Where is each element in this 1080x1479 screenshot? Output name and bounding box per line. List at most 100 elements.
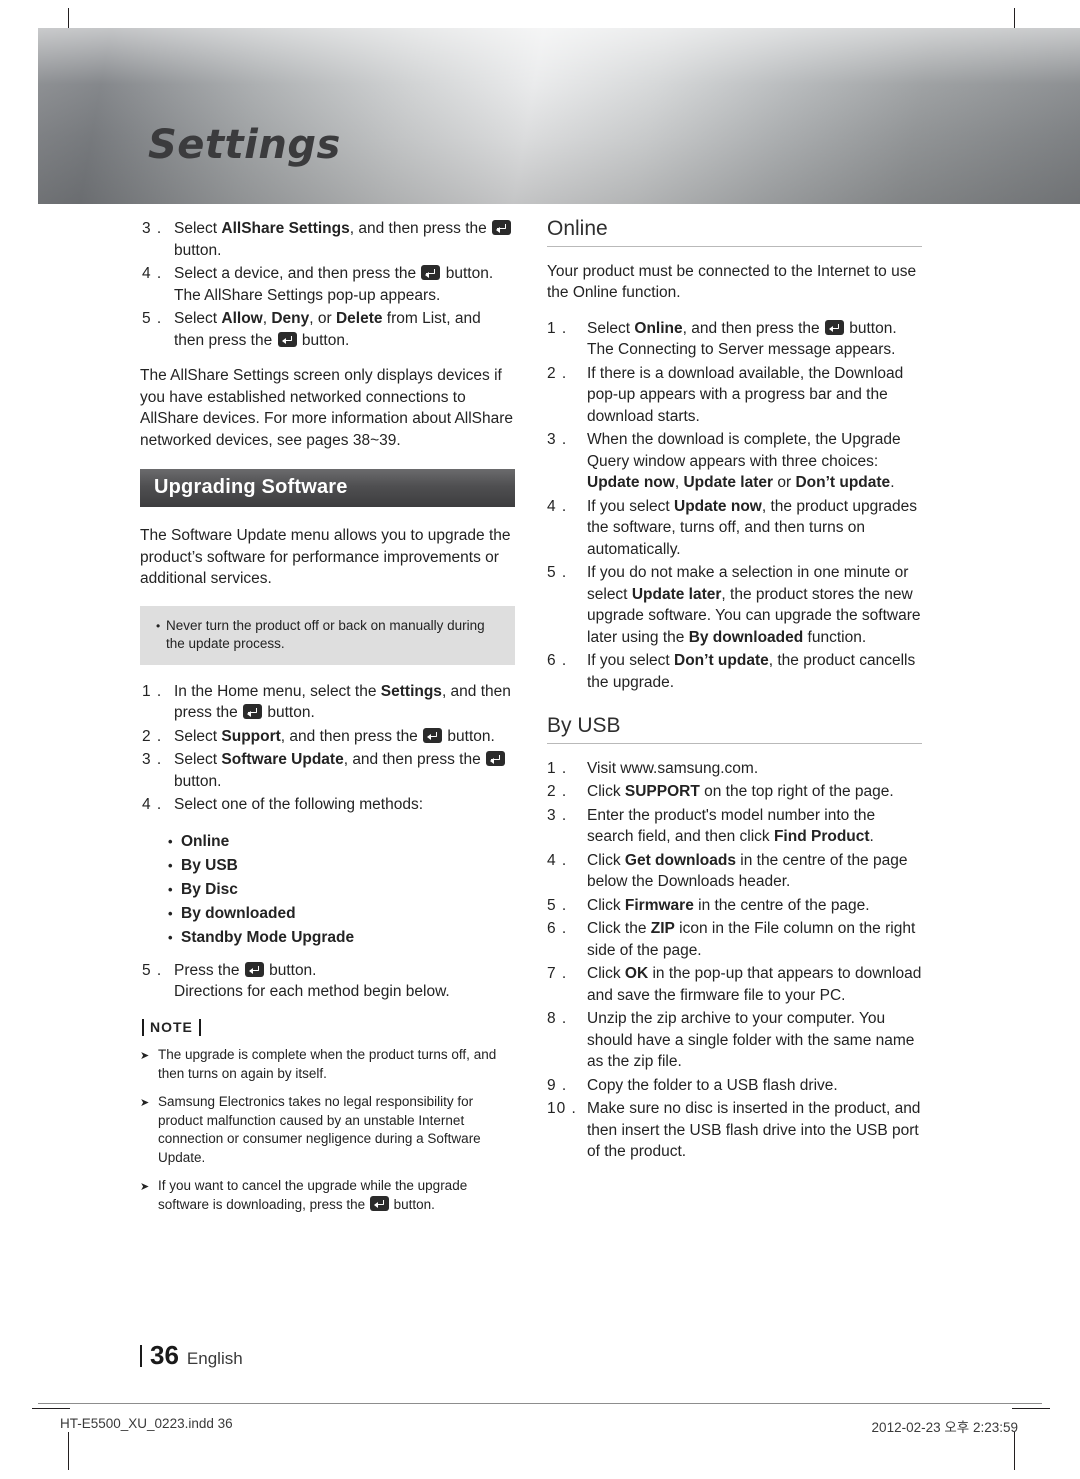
body-text: Select xyxy=(174,751,222,768)
note-label-text: NOTE xyxy=(150,1018,193,1035)
page-number-bar xyxy=(140,1345,142,1367)
step-text: When the download is complete, the Upgra… xyxy=(587,429,922,494)
online-steps-list: 1 . Select Online, and then press the but… xyxy=(547,318,922,694)
body-text: , and then press the xyxy=(343,751,486,768)
step-text: If there is a download available, the Do… xyxy=(587,363,922,428)
numbered-step: 3 . Enter the product's model number into… xyxy=(547,805,922,848)
body-text: button. xyxy=(263,704,315,721)
body-text: If there is a download available, the Do… xyxy=(587,364,904,425)
final-step-row: 5 . Press the button. Directions for each … xyxy=(140,960,515,1003)
note-text: The upgrade is complete when the product… xyxy=(158,1046,515,1083)
bullet-icon: • xyxy=(168,881,173,897)
upgrade-methods-list: • Online • By USB • By Disc • By downloaded • Sta… xyxy=(140,830,515,950)
step-number: 6 . xyxy=(547,920,568,937)
body-text: button. xyxy=(443,727,495,745)
byusb-steps-list: 1 . Visit www.samsung.com. 2 . Click SUPPOR… xyxy=(547,758,922,1163)
step-text: Unzip the zip archive to your computer. … xyxy=(587,1008,922,1073)
upgrade-steps-list: 1 . In the Home menu, select the Settings… xyxy=(140,681,515,816)
body-text: Make sure no disc is inserted in the pro… xyxy=(587,1100,921,1160)
step-text: In the Home menu, select the Settings, a… xyxy=(174,681,515,724)
note-text: If you want to cancel the upgrade while … xyxy=(158,1177,515,1214)
step-text: Click OK in the pop-up that appears to d… xyxy=(587,963,922,1006)
body-text: Select a device, and then press the xyxy=(174,265,421,282)
numbered-step: 6 . If you select Don’t update, the produ… xyxy=(547,650,922,693)
emphasis-text: By downloaded xyxy=(688,628,804,646)
step-number: 3 . xyxy=(142,751,163,768)
step-text: Click Firmware in the centre of the page… xyxy=(587,895,922,917)
numbered-step: 6 . Click the ZIP icon in the File column… xyxy=(547,918,922,961)
banner-gloss xyxy=(0,28,1080,204)
body-text: Click xyxy=(587,896,625,914)
numbered-step: 9 . Copy the folder to a USB flash drive. xyxy=(547,1075,922,1097)
note-text: Samsung Electronics takes no legal respo… xyxy=(158,1093,515,1167)
body-text: . xyxy=(869,828,874,845)
caution-box: • Never turn the product off or back on … xyxy=(140,605,515,665)
body-text: , and then press the xyxy=(682,319,824,337)
emphasis-text: Don’t update xyxy=(795,474,891,491)
emphasis-text: Deny xyxy=(271,310,310,327)
note-item: ➤ Samsung Electronics takes no legal resp… xyxy=(140,1093,515,1167)
step-number: 9 . xyxy=(547,1076,568,1094)
numbered-step: 3 . When the download is complete, the Up… xyxy=(547,429,922,494)
emphasis-text: Update later xyxy=(683,474,774,491)
enter-button-icon xyxy=(277,331,297,347)
enter-button-icon xyxy=(421,265,441,280)
body-text: If you select xyxy=(587,497,675,515)
step-number: 4 . xyxy=(547,851,568,869)
page-number: 36 xyxy=(150,1340,179,1370)
body-text: If you select xyxy=(587,652,675,669)
footer-divider xyxy=(38,1403,1042,1404)
method-bullet-item: • Standby Mode Upgrade xyxy=(168,926,515,950)
emphasis-text: Get downloads xyxy=(624,851,736,869)
note-label: NOTE xyxy=(142,1017,515,1039)
enter-button-icon xyxy=(244,961,264,977)
step-number: 1 . xyxy=(547,759,568,777)
banner-left-margin xyxy=(0,28,38,204)
body-text: Visit www.samsung.com. xyxy=(587,759,759,777)
method-label: Online xyxy=(181,832,230,850)
step-text: If you select Don’t update, the product … xyxy=(587,650,922,693)
step-text: Select a device, and then press the butt… xyxy=(174,263,515,306)
bullet-icon: • xyxy=(168,857,173,873)
page-title: Settings xyxy=(148,122,341,168)
step-text: Select Software Update, and then press t… xyxy=(174,749,515,792)
step-text: Press the button. Directions for each met… xyxy=(174,960,515,1003)
body-text: button. xyxy=(174,772,222,790)
step-number: 5 . xyxy=(142,961,163,979)
enter-button-icon xyxy=(369,1195,389,1211)
body-text: button. xyxy=(389,1196,435,1212)
numbered-step: 3 . Select Software Update, and then pres… xyxy=(140,749,515,792)
step-number: 4 . xyxy=(547,497,568,515)
numbered-step: 7 . Click OK in the pop-up that appears t… xyxy=(547,963,922,1006)
step-number: 10 . xyxy=(547,1100,577,1117)
caution-bullet-icon: • xyxy=(156,618,161,633)
step-text: If you do not make a selection in one mi… xyxy=(587,562,922,648)
body-text: When the download is complete, the Upgra… xyxy=(587,431,901,470)
numbered-step: 1 . Select Online, and then press the but… xyxy=(547,318,922,361)
body-text: Click the xyxy=(587,920,651,937)
step-number: 5 . xyxy=(547,564,568,581)
step-number: 6 . xyxy=(547,652,568,669)
step-number: 2 . xyxy=(547,364,568,382)
emphasis-text: Don’t update xyxy=(674,652,769,669)
emphasis-text: Update later xyxy=(631,585,722,603)
numbered-step: 1 . Visit www.samsung.com. xyxy=(547,758,922,780)
left-column: 3 . Select AllShare Settings, and then pr… xyxy=(140,218,515,1224)
crop-mark-bottom-right xyxy=(1014,1432,1015,1470)
heading-by-usb: By USB xyxy=(547,715,922,744)
body-text: Copy the folder to a USB flash drive. xyxy=(587,1076,838,1094)
numbered-step: 4 . If you select Update now, the product… xyxy=(547,496,922,561)
page-number-block: 36 English xyxy=(140,1340,243,1371)
body-text: Click xyxy=(587,965,625,982)
bullet-icon: • xyxy=(168,905,173,921)
note-item: ➤ If you want to cancel the upgrade while… xyxy=(140,1177,515,1214)
note-bar-right xyxy=(198,1018,201,1036)
enter-button-icon xyxy=(486,751,506,766)
step-text: Select Allow, Deny, or Delete from List,… xyxy=(174,308,515,351)
method-label: By Disc xyxy=(181,880,238,898)
heading-online: Online xyxy=(547,218,922,247)
online-intro-paragraph: Your product must be connected to the In… xyxy=(547,262,917,302)
numbered-step: 2 . Click SUPPORT on the top right of the… xyxy=(547,781,922,803)
upgrade-intro-paragraph: The Software Update menu allows you to u… xyxy=(140,527,511,587)
section-heading-upgrading-software: Upgrading Software xyxy=(140,469,515,507)
